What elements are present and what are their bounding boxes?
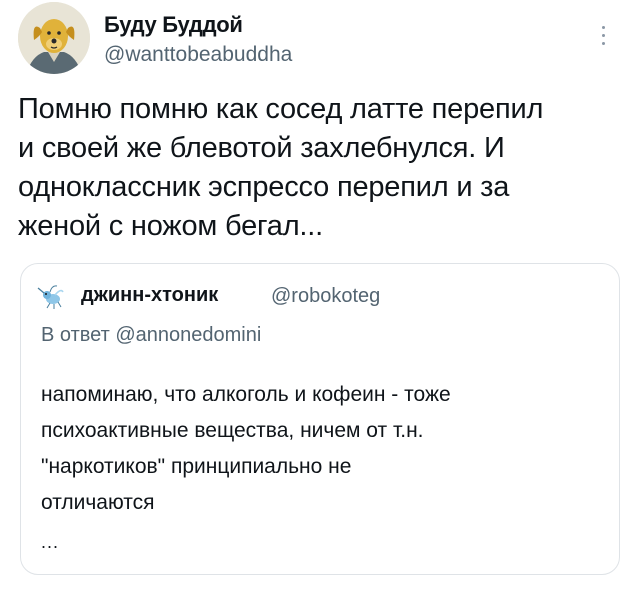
quote-author-display-name[interactable]: джинн-хтоник <box>81 284 218 307</box>
tweet-text: Помню помню как сосед латте перепил и св… <box>18 90 622 246</box>
mosquito-avatar-icon <box>37 285 64 309</box>
more-vertical-icon-dot <box>602 34 605 37</box>
quote-author-handle[interactable]: @robokoteg <box>271 285 380 308</box>
truncation-ellipsis: ... <box>41 532 60 552</box>
cartoon-dog-avatar-icon <box>18 2 90 74</box>
reply-context: В ответ @annonedomini <box>41 324 261 347</box>
more-vertical-icon-dot <box>602 42 605 45</box>
reply-prefix: В ответ <box>41 324 110 346</box>
quoted-tweet-text: напоминаю, что алкоголь и кофеин - тоже … <box>41 377 601 521</box>
author-avatar[interactable] <box>18 2 90 74</box>
author-display-name[interactable]: Буду Буддой <box>104 12 243 38</box>
more-vertical-icon <box>602 26 605 29</box>
quoted-tweet-text-line: отличаются <box>41 491 155 514</box>
author-handle[interactable]: @wanttobeabuddha <box>104 43 292 67</box>
quote-author-avatar[interactable] <box>37 282 65 310</box>
tweet-text-line: одноклассник эспрессо перепил и за <box>18 171 510 203</box>
more-options-button[interactable] <box>594 22 614 50</box>
quoted-tweet-text-line: психоактивные вещества, ничем от т.н. <box>41 419 424 442</box>
reply-to-mention[interactable]: @annonedomini <box>115 324 261 346</box>
quoted-tweet-card[interactable]: джинн-хтоник @robokoteg В ответ @annoned… <box>20 263 620 575</box>
tweet-text-line: женой с ножом бегал... <box>18 210 323 242</box>
quoted-tweet-text-line: напоминаю, что алкоголь и кофеин - тоже <box>41 383 451 406</box>
quoted-tweet-text-line: "наркотиков" принципиально не <box>41 455 352 478</box>
tweet-text-line: и своей же блевотой захлебнулся. И <box>18 132 505 164</box>
tweet-text-line: Помню помню как сосед латте перепил <box>18 93 544 125</box>
